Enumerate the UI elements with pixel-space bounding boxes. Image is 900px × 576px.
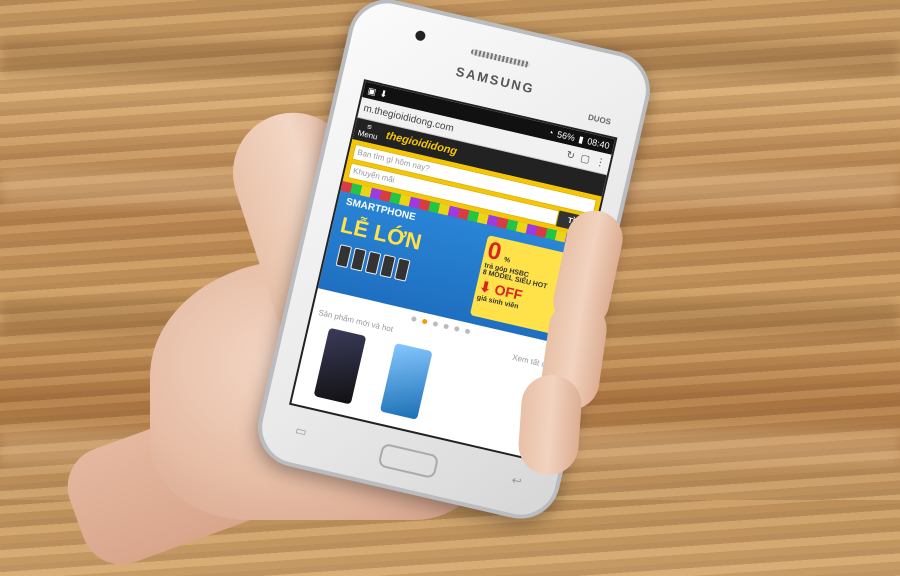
menu-label: Menu [356, 128, 379, 142]
wifi-icon: ◔ [546, 127, 555, 138]
earpiece-speaker [470, 48, 531, 68]
phone-thumb [379, 254, 396, 279]
front-camera [414, 29, 427, 42]
carousel-dot-active[interactable] [421, 318, 428, 325]
reload-icon[interactable]: ↻ [565, 149, 576, 162]
promo-rate: 0 [484, 236, 504, 267]
carousel-dot[interactable] [432, 320, 439, 327]
overflow-menu-icon[interactable]: ⋮ [594, 156, 606, 169]
menu-button[interactable]: ≡ Menu [357, 121, 380, 141]
duos-tag: DUOS [587, 112, 612, 127]
finger [516, 373, 584, 477]
tabs-icon[interactable]: ▢ [579, 153, 591, 166]
carousel-dot[interactable] [443, 323, 450, 330]
promo-unit: % [503, 256, 511, 265]
download-icon: ⬇ [378, 87, 389, 100]
phone-thumb [335, 244, 353, 269]
signal-strength: 56% [556, 129, 576, 143]
down-arrow-icon: ⬇ [477, 277, 493, 296]
product-card[interactable] [379, 343, 433, 420]
carousel-dot[interactable] [410, 316, 417, 323]
home-button[interactable] [377, 442, 440, 480]
notification-icon: ▣ [366, 84, 378, 97]
phone-thumb [364, 250, 382, 275]
back-key-icon[interactable]: ↩ [508, 473, 523, 499]
recent-apps-key-icon[interactable]: ▭ [292, 423, 308, 449]
carousel-dot[interactable] [464, 328, 471, 335]
clock: 08:40 [586, 136, 611, 151]
phone-thumb [350, 247, 367, 272]
battery-icon: ▮ [577, 133, 585, 145]
carousel-dot[interactable] [453, 325, 460, 332]
product-card[interactable] [313, 327, 367, 405]
phone-thumb [393, 257, 411, 282]
